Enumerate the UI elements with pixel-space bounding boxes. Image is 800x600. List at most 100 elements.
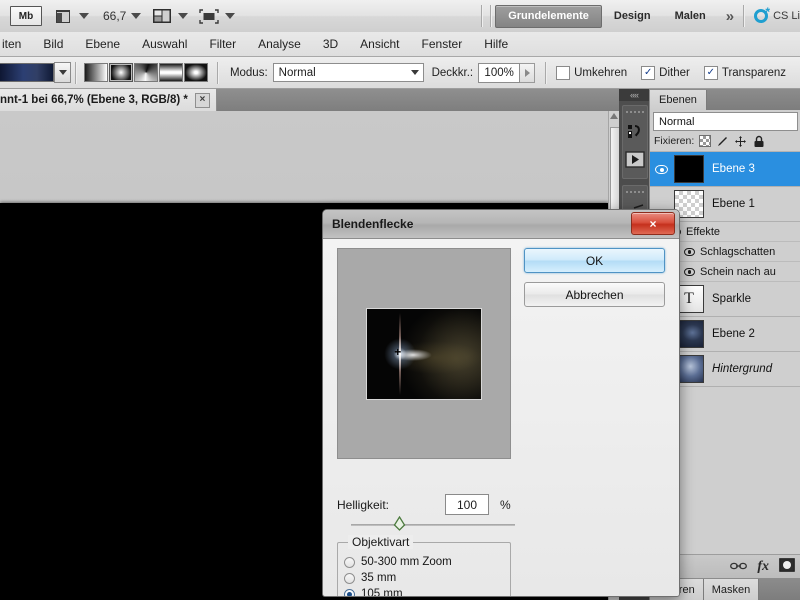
menu-item-bearbeiten[interactable]: iten — [0, 32, 32, 56]
appbar-divider — [481, 5, 483, 27]
layer-mask-icon[interactable] — [779, 558, 795, 575]
opacity-input[interactable]: 100% — [478, 62, 521, 83]
blend-mode-select[interactable]: Normal — [272, 63, 424, 82]
layer-name[interactable]: Ebene 2 — [706, 328, 755, 340]
menu-item-3d[interactable]: 3D — [312, 32, 349, 56]
eye-icon — [683, 267, 695, 276]
diamond-gradient-icon[interactable] — [183, 63, 208, 82]
preview-image[interactable]: + — [366, 308, 482, 400]
radio-105mm[interactable]: 105 mm — [338, 586, 510, 596]
checkbox-box: ✓ — [641, 65, 656, 80]
ok-button[interactable]: OK — [524, 248, 665, 273]
document-tab[interactable]: nnt-1 bei 66,7% (Ebene 3, RGB/8) * × — [0, 89, 217, 111]
reflected-gradient-icon[interactable] — [158, 63, 183, 82]
layer-blend-mode-select[interactable]: Normal — [653, 112, 798, 131]
dock-group-history — [622, 105, 648, 179]
checkbox-dither[interactable]: ✓ Dither — [641, 65, 690, 80]
brightness-slider-track[interactable] — [351, 524, 515, 526]
zoom-dropdown-caret[interactable] — [131, 13, 142, 19]
layer-name[interactable]: Ebene 1 — [706, 198, 755, 210]
layer-thumbnail-cell — [672, 155, 706, 183]
bridge-dropdown-caret[interactable] — [79, 13, 89, 19]
workspace-malen[interactable]: Malen — [663, 6, 718, 27]
layer-name[interactable]: Ebene 3 — [706, 163, 755, 175]
opacity-label: Deckkr.: — [431, 66, 474, 79]
checkbox-transparenz[interactable]: ✓ Transparenz — [703, 65, 786, 80]
drag-grip[interactable] — [626, 108, 644, 115]
close-icon[interactable]: × — [631, 212, 675, 235]
lock-all-icon[interactable] — [751, 134, 766, 148]
workspace-design[interactable]: Design — [602, 6, 663, 27]
angle-gradient-icon[interactable] — [133, 63, 158, 82]
dialog-title-bar[interactable]: Blendenflecke × — [323, 210, 679, 239]
cs-live-button[interactable]: CS Li — [754, 5, 800, 23]
bridge-icon[interactable] — [52, 6, 74, 26]
menu-item-ebene[interactable]: Ebene — [74, 32, 131, 56]
photoshop-window: Mb 66,7 Grundelemente Design Malen » * C… — [0, 0, 800, 600]
lock-image-icon[interactable] — [715, 134, 730, 148]
view-extras-icon[interactable] — [151, 6, 173, 26]
brightness-slider-thumb[interactable] — [393, 515, 406, 531]
tab-masken[interactable]: Masken — [703, 579, 760, 600]
effects-label: Effekte — [686, 225, 721, 238]
lock-label: Fixieren: — [654, 135, 695, 147]
chevron-down-icon — [58, 70, 67, 75]
menu-item-filter[interactable]: Filter — [198, 32, 247, 56]
eye-icon — [683, 247, 695, 256]
cs-live-icon — [754, 5, 770, 23]
menu-bar: iten Bild Ebene Auswahl Filter Analyse 3… — [0, 32, 800, 57]
lock-transparency-icon[interactable] — [697, 134, 712, 148]
gradient-picker-dropdown[interactable] — [54, 62, 71, 83]
layer-row-ebene-3[interactable]: Ebene 3 — [650, 152, 800, 187]
link-layers-icon[interactable] — [730, 560, 748, 574]
menu-item-auswahl[interactable]: Auswahl — [131, 32, 198, 56]
menu-item-fenster[interactable]: Fenster — [411, 32, 474, 56]
history-icon[interactable] — [623, 117, 647, 145]
options-divider-1 — [75, 61, 76, 84]
eye-icon — [654, 164, 668, 174]
view-extras-caret[interactable] — [178, 13, 189, 19]
mini-bridge-badge[interactable]: Mb — [10, 6, 42, 26]
brightness-input[interactable]: 100 — [445, 494, 489, 515]
drag-grip[interactable] — [626, 188, 644, 195]
close-icon[interactable]: × — [194, 92, 210, 108]
radio-50-300mm-zoom[interactable]: 50-300 mm Zoom — [338, 554, 510, 570]
lens-flare-preview[interactable]: + — [337, 248, 511, 459]
workspace-more-icon[interactable]: » — [718, 8, 739, 25]
checkbox-umkehren[interactable]: Umkehren — [556, 65, 627, 80]
checkbox-box — [556, 65, 571, 80]
application-bar: Mb 66,7 Grundelemente Design Malen » * C… — [0, 0, 800, 33]
menu-item-hilfe[interactable]: Hilfe — [473, 32, 519, 56]
menu-item-analyse[interactable]: Analyse — [247, 32, 312, 56]
mode-label: Modus: — [229, 66, 268, 79]
actions-play-icon[interactable] — [623, 145, 647, 173]
lock-position-icon[interactable] — [733, 134, 748, 148]
linear-gradient-icon[interactable] — [83, 63, 108, 82]
menu-item-ansicht[interactable]: Ansicht — [349, 32, 410, 56]
blendenflecke-dialog: Blendenflecke × + OK Abbrechen Helligkei… — [322, 209, 680, 597]
cancel-button[interactable]: Abbrechen — [524, 282, 665, 307]
layer-thumbnail — [674, 155, 704, 183]
scroll-up-arrow-icon[interactable] — [610, 113, 618, 119]
layer-name[interactable]: Sparkle — [706, 293, 751, 305]
tab-ebenen[interactable]: Ebenen — [650, 90, 707, 110]
tool-options-bar: Modus: Normal Deckkr.: 100% Umkehren ✓ D… — [0, 57, 800, 89]
gradient-preview-swatch[interactable] — [0, 63, 55, 82]
dialog-title: Blendenflecke — [332, 217, 414, 231]
flare-center-crosshair[interactable]: + — [394, 346, 401, 358]
workspace-grundelemente[interactable]: Grundelemente — [495, 4, 602, 28]
radio-button — [344, 572, 355, 584]
collapse-panels-icon[interactable]: «« — [619, 89, 649, 101]
dialog-body: + OK Abbrechen Helligkeit: 100 % Objekti… — [323, 239, 679, 596]
screen-mode-caret[interactable] — [225, 13, 236, 19]
cs-live-label: CS Li — [773, 10, 800, 22]
radial-gradient-icon[interactable] — [108, 63, 133, 82]
fx-icon[interactable]: fx — [757, 559, 769, 575]
radio-35mm[interactable]: 35 mm — [338, 570, 510, 586]
layer-name[interactable]: Hintergrund — [706, 363, 772, 375]
screen-mode-icon[interactable] — [198, 6, 220, 26]
layer-visibility-toggle[interactable] — [650, 164, 672, 174]
menu-item-bild[interactable]: Bild — [32, 32, 74, 56]
chevron-down-icon — [410, 70, 419, 75]
opacity-slider-button[interactable] — [520, 62, 536, 83]
